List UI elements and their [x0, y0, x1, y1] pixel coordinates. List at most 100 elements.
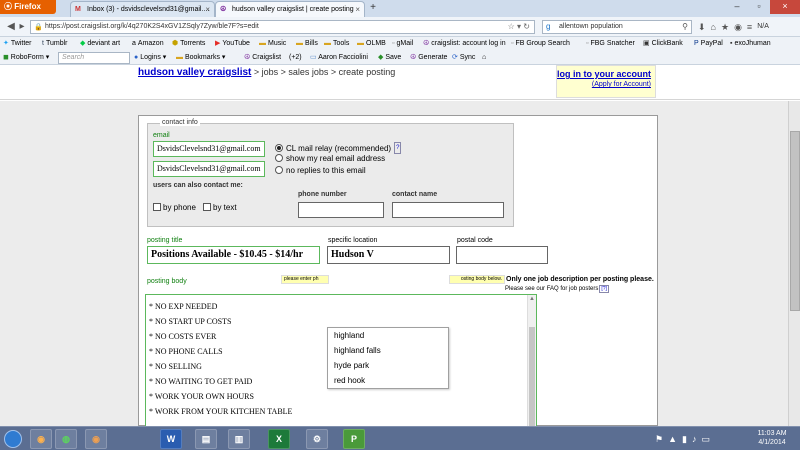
bookmark-folder-olmb[interactable]: ▬ OLMB: [357, 37, 386, 51]
email-field[interactable]: DsvidsClevelsnd31@gmail.com: [153, 141, 265, 157]
autocomplete-item[interactable]: highland: [328, 328, 448, 343]
login-link[interactable]: log in to your account: [557, 69, 651, 79]
bookmark-paypal[interactable]: P PayPal: [694, 37, 723, 51]
bookmark-craigslist-login[interactable]: ☮ craigslist: account log in: [423, 37, 506, 51]
battery-icon[interactable]: ▭: [701, 430, 710, 448]
textarea-scrollbar[interactable]: ▲: [527, 295, 536, 426]
postal-code-input[interactable]: [456, 246, 548, 264]
firefox-taskbar-icon[interactable]: ◉: [30, 429, 52, 449]
bookmark-twitter[interactable]: ✦ Twitter: [3, 37, 32, 51]
chrome-taskbar-icon[interactable]: ◍: [55, 429, 77, 449]
reload-icon[interactable]: ☆ ▾ ↻: [508, 21, 530, 33]
bookmark-amazon[interactable]: a Amazon: [132, 37, 164, 51]
bookmark-star-icon[interactable]: ★: [721, 20, 729, 34]
radio-cl-mail-relay[interactable]: CL mail relay (recommended)?: [275, 142, 402, 154]
user-profile[interactable]: ▭ Aaron Facciolini: [310, 51, 368, 65]
windows-start-icon[interactable]: [4, 430, 22, 448]
minimize-icon[interactable]: –: [726, 0, 748, 14]
radio-button[interactable]: [275, 144, 283, 152]
craigslist-count[interactable]: (+2): [289, 51, 302, 65]
posting-title-input[interactable]: Positions Available - $10.45 - $14/hr: [147, 246, 320, 264]
logins-menu[interactable]: ● Logins ▾: [134, 51, 166, 65]
radio-button[interactable]: [275, 154, 283, 162]
addon-icon[interactable]: ◉: [734, 20, 742, 34]
new-tab-button[interactable]: +: [367, 2, 379, 15]
explorer-taskbar-icon[interactable]: ▤: [195, 429, 217, 449]
textarea-scroll-thumb[interactable]: [529, 327, 535, 426]
download-icon[interactable]: ⬇: [698, 20, 706, 34]
bookmark-youtube[interactable]: ▶ YouTube: [215, 37, 250, 51]
close-tab-icon[interactable]: ×: [205, 2, 210, 17]
bookmark-exojhuman[interactable]: ▪ exoJhuman: [730, 37, 771, 51]
apply-for-account-link[interactable]: (Apply for Account): [557, 81, 651, 88]
bookmark-gmail[interactable]: ▫ gMail: [392, 37, 413, 51]
bookmark-folder-tools[interactable]: ▬ Tools: [324, 37, 349, 51]
site-home-link[interactable]: hudson valley craigslist: [138, 67, 251, 78]
save-button[interactable]: ◆ Save: [378, 51, 401, 65]
tool-taskbar-icon[interactable]: ⚙: [306, 429, 328, 449]
firefox-menu-button[interactable]: ⦿ Firefox: [0, 0, 56, 14]
email-confirm-field[interactable]: DsvidsClevelsnd31@gmail.com: [153, 161, 265, 177]
bookmarks-menu[interactable]: ▬ Bookmarks ▾: [176, 51, 225, 65]
checkbox-by-phone[interactable]: by phone: [153, 203, 196, 213]
forward-arrow-icon[interactable]: ▸: [16, 20, 28, 34]
bookmark-torrents[interactable]: ⬢ Torrents: [172, 37, 205, 51]
radio-button[interactable]: [275, 166, 283, 174]
flag-icon[interactable]: ⚑: [655, 430, 663, 448]
autocomplete-item[interactable]: highland falls: [328, 343, 448, 358]
radio-no-replies[interactable]: no replies to this email: [275, 166, 366, 176]
help-icon[interactable]: ?: [394, 142, 402, 154]
sync-button[interactable]: ⟳ Sync: [452, 51, 475, 65]
scrollbar-thumb[interactable]: [790, 131, 800, 311]
tab-craigslist-posting[interactable]: ☮ hudson valley craigslist | create post…: [215, 1, 365, 17]
bookmark-fb-group-search[interactable]: ▫ FB Group Search: [511, 37, 570, 51]
craigslist-login-shortcut[interactable]: ☮ Craigslist: [244, 51, 281, 65]
youtube-icon: ▶: [215, 40, 221, 47]
window-close-icon[interactable]: ×: [770, 0, 800, 14]
search-bar[interactable]: g allentown population ⚲: [542, 20, 692, 34]
word-taskbar-icon[interactable]: W: [160, 429, 182, 449]
page-scrollbar[interactable]: [788, 101, 800, 426]
taskbar-clock[interactable]: 11:03 AM 4/1/2014: [748, 429, 796, 447]
checkbox-by-text[interactable]: by text: [203, 203, 237, 213]
contact-name-input[interactable]: [392, 202, 504, 218]
show-hidden-icon[interactable]: ▲: [668, 430, 677, 448]
google-search-icon: g: [546, 22, 551, 31]
posting-body-label: posting body: [147, 278, 187, 285]
close-tab-icon[interactable]: ×: [355, 2, 360, 17]
scroll-up-icon[interactable]: ▲: [528, 295, 536, 304]
bookmark-folder-music[interactable]: ▬ Music: [259, 37, 286, 51]
menu-icon[interactable]: ≡: [747, 20, 752, 34]
excel-taskbar-icon[interactable]: X: [268, 429, 290, 449]
folder-taskbar-icon[interactable]: ▥: [228, 429, 250, 449]
roboform-icon: ◼: [3, 54, 11, 61]
tab-gmail-inbox[interactable]: M Inbox (3) - dsvidsclevelsnd31@gmail...…: [70, 1, 215, 17]
bookmark-clickbank[interactable]: ▣ ClickBank: [643, 37, 683, 51]
radio-show-real-email[interactable]: show my real email address: [275, 154, 385, 164]
app-p-taskbar-icon[interactable]: P: [343, 429, 365, 449]
home-icon[interactable]: ⌂: [482, 51, 486, 65]
generate-button[interactable]: ☮ Generate: [410, 51, 447, 65]
roboform-search-input[interactable]: Search: [58, 52, 130, 64]
bookmark-tumblr[interactable]: t Tumblr: [42, 37, 67, 51]
faq-help-link[interactable]: [?]: [599, 285, 609, 293]
checkbox[interactable]: [153, 203, 161, 211]
checkbox[interactable]: [203, 203, 211, 211]
specific-location-input[interactable]: Hudson V: [327, 246, 450, 264]
roboform-button[interactable]: ◼ RoboForm ▾: [3, 51, 49, 65]
network-icon[interactable]: ▮: [682, 430, 687, 448]
phone-number-input[interactable]: [298, 202, 384, 218]
home-icon[interactable]: ⌂: [711, 20, 716, 34]
autocomplete-item[interactable]: red hook: [328, 373, 448, 388]
clock-date: 4/1/2014: [758, 439, 786, 446]
search-go-icon[interactable]: ⚲: [682, 21, 688, 33]
url-bar[interactable]: 🔒 https://post.craigslist.org/k/4q270K2S…: [30, 20, 535, 34]
bookmark-fbg-snatcher[interactable]: ▫ FBG Snatcher: [586, 37, 635, 51]
volume-icon[interactable]: ♪: [692, 430, 697, 448]
bookmark-deviant-art[interactable]: ◆ deviant art: [80, 37, 120, 51]
maximize-icon[interactable]: ▫: [748, 0, 770, 14]
posting-body-hint-end: osting body below.: [449, 275, 505, 284]
autocomplete-item[interactable]: hyde park: [328, 358, 448, 373]
bookmark-folder-bills[interactable]: ▬ Bills: [296, 37, 318, 51]
firefox-alt-taskbar-icon[interactable]: ◉: [85, 429, 107, 449]
